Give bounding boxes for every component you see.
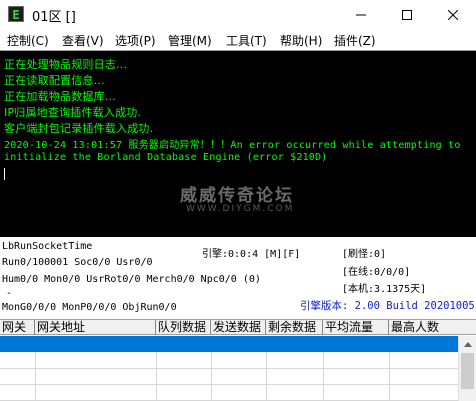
- grid-line: [0, 384, 458, 385]
- menu-plugins[interactable]: 插件(Z): [334, 32, 376, 49]
- gateway-grid-body[interactable]: [0, 352, 458, 401]
- grid-line: [266, 352, 267, 401]
- close-button[interactable]: [430, 0, 476, 30]
- menu-options[interactable]: 选项(P): [115, 32, 156, 49]
- brush-monster-count: [刷怪:0]: [342, 249, 387, 260]
- log-line: IP归属地查询插件载入成功.: [4, 106, 142, 119]
- app-icon: E: [8, 6, 24, 22]
- column-header[interactable]: 平均流量: [323, 320, 389, 335]
- close-icon: [448, 10, 458, 20]
- menu-help[interactable]: 帮助(H): [280, 32, 322, 49]
- log-line: 正在读取配置信息...: [4, 74, 105, 87]
- log-line: 客户端封包记录插件载入成功.: [4, 122, 154, 135]
- column-header[interactable]: 网关: [0, 320, 35, 335]
- grid-line: [323, 352, 324, 401]
- grid-line: [35, 352, 36, 401]
- maximize-button[interactable]: [384, 0, 430, 30]
- log-line-error: 2020-10-24 13:01:57 服务器启动异常！！！An error o…: [4, 140, 461, 151]
- chevron-up-icon: [463, 341, 472, 347]
- menu-bar: 控制(C) 查看(V) 选项(P) 管理(M) 工具(T) 帮助(H) 插件(Z…: [0, 30, 476, 50]
- status-dash: -: [6, 288, 13, 299]
- grid-line: [211, 352, 212, 401]
- menu-control[interactable]: 控制(C): [7, 32, 49, 49]
- log-console[interactable]: 正在处理物品规则日志... 正在读取配置信息... 正在加载物品数据库... I…: [0, 50, 476, 237]
- watermark-url: WWW.DIYGM.COM: [186, 204, 295, 214]
- column-header[interactable]: 剩余数据: [266, 320, 323, 335]
- menu-manage[interactable]: 管理(M): [168, 32, 212, 49]
- minimize-icon: [356, 14, 366, 16]
- column-header[interactable]: 发送数据: [211, 320, 266, 335]
- engine-version: 引擎版本: 2.00 Build 20201005: [300, 300, 475, 312]
- maximize-icon: [402, 10, 412, 20]
- window-title: 01区 []: [32, 10, 76, 25]
- title-bar: E 01区 []: [0, 0, 476, 30]
- column-header[interactable]: 最高人数: [389, 320, 458, 335]
- column-header[interactable]: 网关地址: [35, 320, 156, 335]
- log-line: 正在加载物品数据库...: [4, 90, 116, 103]
- scrollbar-thumb[interactable]: [461, 353, 474, 389]
- log-line: 正在处理物品规则日志...: [4, 58, 128, 71]
- table-row-selected[interactable]: [0, 336, 458, 352]
- socket-time: LbRunSocketTime: [2, 241, 93, 252]
- scroll-up-button[interactable]: [459, 336, 476, 352]
- status-panel: LbRunSocketTime 引擎:0:0:4 [M][F] [刷怪:0] R…: [0, 237, 476, 319]
- vertical-scrollbar[interactable]: [458, 336, 476, 401]
- grid-line: [0, 368, 458, 369]
- gateway-grid-header: 网关 网关地址 队列数据 发送数据 剩余数据 平均流量 最高人数: [0, 319, 476, 335]
- hum-stats: Hum0/0 Mon0/0 UsrRot0/0 Merch0/0 Npc0/0 …: [2, 274, 261, 285]
- engine-counter: 引擎:0:0:4 [M][F]: [202, 249, 301, 260]
- grid-line: [389, 352, 390, 401]
- mon-stats: MonG0/0/0 MonP0/0/0 ObjRun0/0: [2, 302, 177, 313]
- text-cursor: [4, 168, 5, 180]
- local-uptime: [本机:3.1375天]: [342, 284, 427, 295]
- menu-view[interactable]: 查看(V): [62, 32, 104, 49]
- minimize-button[interactable]: [338, 0, 384, 30]
- column-header[interactable]: 队列数据: [156, 320, 211, 335]
- log-line-error: initialize the Borland Database Engine (…: [4, 152, 328, 163]
- menu-tools[interactable]: 工具(T): [226, 32, 267, 49]
- online-count: [在线:0/0/0]: [342, 267, 411, 278]
- watermark-title: 威威传奇论坛: [180, 186, 294, 206]
- run-stats: Run0/100001 Soc0/0 Usr0/0: [2, 257, 153, 268]
- grid-line: [156, 352, 157, 401]
